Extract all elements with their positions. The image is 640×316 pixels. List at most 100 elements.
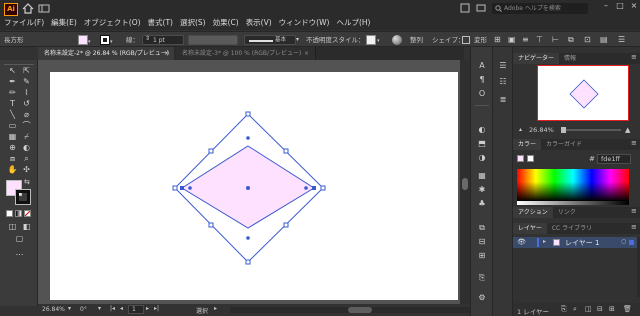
prev-artboard-icon[interactable]: ◂	[120, 305, 123, 312]
zoom-tool-icon[interactable]: ⌕	[20, 154, 33, 164]
rectangle-tool-icon[interactable]: ▭	[6, 121, 19, 131]
zoom-slider-thumb[interactable]	[561, 127, 566, 133]
gradient-mode-icon[interactable]	[15, 210, 22, 217]
zoom-level[interactable]: 26.84%	[42, 306, 65, 313]
chevron-right-icon[interactable]: ▸	[214, 305, 217, 312]
navigator-preview[interactable]	[537, 65, 629, 121]
chevron-down-icon[interactable]: ▾	[296, 36, 299, 43]
last-artboard-icon[interactable]: ▸|	[154, 305, 159, 312]
fill-swatch[interactable]	[78, 35, 88, 45]
workspace-icon[interactable]	[476, 3, 486, 13]
close-window-icon[interactable]: ×	[630, 2, 638, 10]
minimize-icon[interactable]: –	[602, 2, 610, 10]
locate-object-icon[interactable]: ⌕	[573, 305, 577, 314]
visibility-eye-icon[interactable]: 👁	[517, 238, 526, 246]
delete-layer-icon[interactable]: 🗑	[623, 305, 632, 313]
menu-icon[interactable]: ☰	[618, 35, 628, 45]
appearance-panel-icon[interactable]: ◐	[476, 125, 488, 135]
artboard-number-field[interactable]: 1	[128, 305, 144, 314]
libraries-panel-icon[interactable]: ☷	[497, 77, 509, 87]
shape-icon[interactable]	[462, 36, 470, 44]
menu-effect[interactable]: 効果(C)	[213, 17, 239, 28]
panel-toggle-icon[interactable]: ▤	[600, 35, 610, 45]
tab-links[interactable]: リンク	[553, 207, 581, 218]
chevron-down-icon[interactable]: ▾	[377, 38, 380, 44]
pathfinder-panel-icon[interactable]: ⧉	[476, 223, 488, 233]
distribute-icon[interactable]: ≡	[522, 35, 532, 45]
hscroll-thumb[interactable]	[348, 307, 372, 313]
tab-info[interactable]: 情報	[559, 53, 581, 64]
stroke-color-swatch[interactable]	[15, 189, 31, 205]
horizontal-align-icon[interactable]: ⊢	[552, 35, 562, 45]
expand-layer-icon[interactable]: ▸	[543, 238, 546, 245]
close-tab-icon[interactable]: ×	[164, 47, 169, 60]
align-label[interactable]: 整列	[410, 35, 423, 45]
rotate-tool-icon[interactable]: ↺	[20, 99, 33, 109]
draw-inside-icon[interactable]: ◧	[20, 222, 33, 232]
opentype-panel-icon[interactable]: O	[476, 89, 488, 99]
workspace-switcher-icon[interactable]	[38, 3, 50, 14]
transform-panel-icon[interactable]: ⊞	[476, 251, 488, 261]
eyedropper-tool-icon[interactable]: ⌿	[20, 132, 33, 142]
opacity-label[interactable]: 不透明度	[306, 35, 332, 45]
draw-mode-icon[interactable]: ◫	[6, 222, 19, 232]
scroll-thumb[interactable]	[462, 178, 468, 190]
swap-colors-icon[interactable]: ⇆	[24, 178, 30, 186]
tab-color-guide[interactable]: カラーガイド	[541, 139, 587, 150]
first-artboard-icon[interactable]: |◂	[110, 305, 115, 312]
vertical-scrollbar[interactable]	[460, 60, 470, 304]
links-panel-icon[interactable]: ⚙	[476, 293, 488, 303]
variable-width-select[interactable]	[188, 35, 238, 45]
menu-type[interactable]: 書式(T)	[148, 17, 173, 28]
shape-builder-tool-icon[interactable]: ⊕	[6, 143, 19, 153]
export-panel-icon[interactable]: ⎘	[476, 273, 488, 283]
shape-label[interactable]: シェイプ：	[432, 35, 465, 45]
menu-edit[interactable]: 編集(E)	[51, 17, 77, 28]
panel-menu-icon[interactable]: ≡	[631, 207, 637, 215]
menu-file[interactable]: ファイル(F)	[4, 17, 44, 28]
color-mode-icon[interactable]	[6, 210, 13, 217]
isolate-icon[interactable]: ▣	[508, 35, 518, 45]
style-swatch[interactable]	[366, 35, 376, 45]
graphic-styles-panel-icon[interactable]: ⬒	[476, 139, 488, 149]
gradient-tool-icon[interactable]: ▦	[6, 132, 19, 142]
expand-icon[interactable]: ⊡	[584, 35, 594, 45]
pen-tool-icon[interactable]: ✒	[6, 77, 19, 87]
symbol-sprayer-tool-icon[interactable]: ✣	[20, 165, 33, 175]
grid-align-icon[interactable]: ⊞	[494, 35, 504, 45]
grayscale-ramp[interactable]	[517, 201, 629, 205]
horizontal-scrollbar[interactable]	[230, 307, 490, 313]
panel-menu-icon[interactable]: ≡	[631, 139, 637, 147]
blend-tool-icon[interactable]: ◐	[20, 143, 33, 153]
blob-brush-tool-icon[interactable]: ⌒	[20, 121, 33, 131]
selection-tool-icon[interactable]: ↖	[6, 66, 19, 76]
brushes-panel-icon[interactable]: ✱	[476, 185, 488, 195]
transparency-panel-icon[interactable]: ◑	[476, 153, 488, 163]
color-spectrum[interactable]	[517, 169, 629, 201]
zoom-in-icon[interactable]: ▲	[625, 126, 630, 134]
zoom-out-icon[interactable]: ▴	[519, 126, 522, 133]
menu-help[interactable]: ヘルプ(H)	[336, 17, 370, 28]
arrange-icon[interactable]: ⧉	[568, 35, 578, 45]
edit-toolbar-icon[interactable]: ⋯	[13, 250, 26, 260]
chevron-down-icon[interactable]: ▾	[68, 305, 71, 312]
swatches-panel-icon[interactable]: ▦	[476, 171, 488, 181]
tab-actions[interactable]: アクション	[513, 207, 553, 218]
new-layer-icon[interactable]: ⊞	[609, 305, 615, 313]
type-tool-icon[interactable]: T	[6, 99, 19, 109]
menu-view[interactable]: 表示(V)	[246, 17, 272, 28]
selection-indicator[interactable]	[629, 240, 634, 245]
chevron-down-icon[interactable]: ▾	[98, 305, 101, 312]
chevron-down-icon[interactable]: ▾	[88, 39, 91, 45]
stroke-weight-field[interactable]: ⇕ 1 pt	[142, 35, 184, 45]
arrange-docs-icon[interactable]	[460, 3, 470, 13]
selected-artwork[interactable]	[170, 110, 330, 266]
help-search-input[interactable]: Adobe ヘルプを検索	[492, 3, 588, 14]
stroke-swatch[interactable]	[100, 35, 110, 45]
color-fill-swatch[interactable]	[517, 155, 524, 162]
new-sublayer-icon[interactable]: ⊟	[597, 305, 603, 313]
none-mode-icon[interactable]	[24, 210, 31, 217]
export-icon[interactable]: ⎘	[561, 305, 567, 314]
layer-name[interactable]: レイヤー 1	[565, 238, 599, 248]
hex-field[interactable]: fde1ff	[597, 154, 631, 164]
